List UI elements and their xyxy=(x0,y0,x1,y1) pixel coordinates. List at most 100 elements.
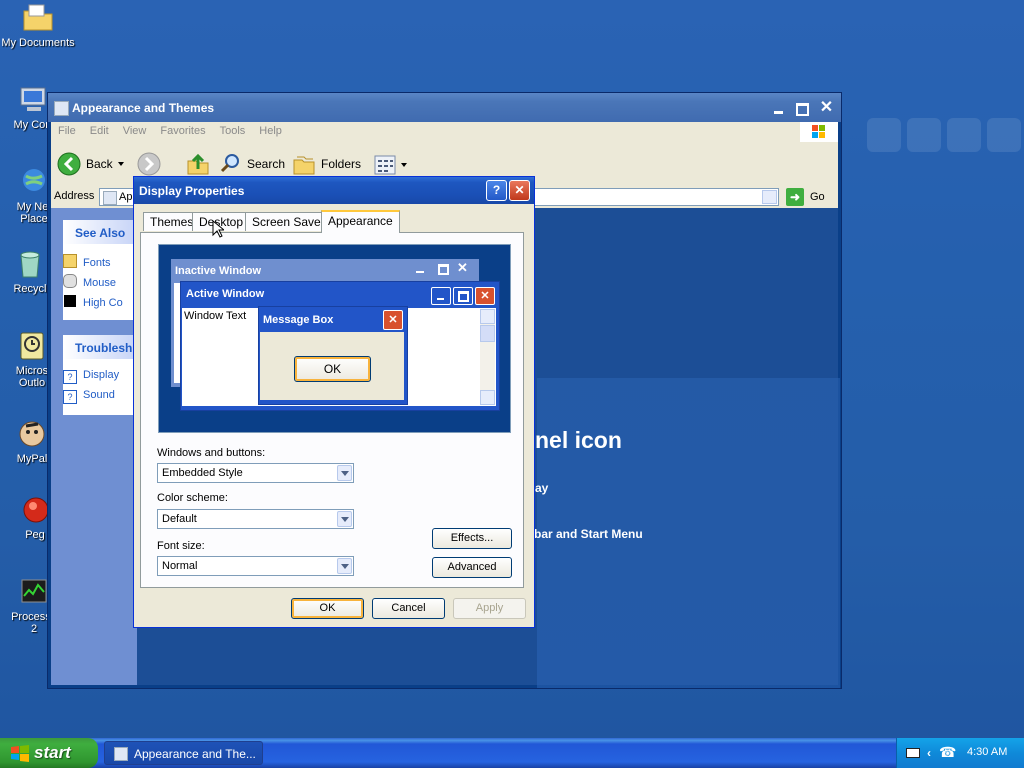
preview-message-box: Message Box ✕ OK xyxy=(258,306,408,405)
menu-favorites[interactable]: Favorites xyxy=(153,122,212,140)
dialog-close-button[interactable]: ✕ xyxy=(509,180,530,201)
see-also-link-mouse[interactable]: Mouse xyxy=(63,274,116,289)
advanced-button[interactable]: Advanced xyxy=(432,557,512,578)
high-contrast-icon xyxy=(63,294,77,308)
system-tray: ‹ ☎ 4:30 AM xyxy=(896,738,1024,768)
close-icon: ✕ xyxy=(383,310,403,330)
process-icon xyxy=(18,576,50,608)
apply-button[interactable]: Apply xyxy=(453,598,526,619)
keyboard-icon[interactable] xyxy=(906,748,920,758)
preview-ok-label: OK xyxy=(323,362,342,376)
address-value: Ap xyxy=(119,191,133,203)
tab-label: Appearance xyxy=(328,214,393,228)
network-icon[interactable]: ☎ xyxy=(939,744,956,761)
go-arrow-icon: ➜ xyxy=(786,188,804,206)
chevron-left-icon[interactable]: ‹ xyxy=(927,746,931,760)
see-also-header[interactable]: See Also xyxy=(63,220,137,244)
desktop-decoration xyxy=(845,118,1024,154)
windows-flag-icon xyxy=(11,745,29,762)
network-places-icon xyxy=(18,166,50,198)
color-scheme-value: Default xyxy=(162,513,197,525)
menu-view[interactable]: View xyxy=(116,122,154,140)
close-icon: ✕ xyxy=(819,99,834,116)
tab-label: Themes xyxy=(150,215,194,229)
troubleshooter-link-sound[interactable]: ? Sound xyxy=(63,389,115,404)
mouse-icon xyxy=(63,274,77,288)
close-button[interactable]: ✕ xyxy=(816,98,837,119)
ok-button[interactable]: OK xyxy=(291,598,364,619)
cancel-label: Cancel xyxy=(391,602,426,614)
content-link-1[interactable]: ay xyxy=(535,481,548,495)
windows-buttons-select[interactable]: Embedded Style xyxy=(157,463,354,483)
troubleshooters-header[interactable]: Troublesh xyxy=(63,335,137,359)
explorer-titlebar[interactable]: Appearance and Themes ✕ xyxy=(48,93,841,122)
up-folder-icon xyxy=(187,153,209,175)
menu-help[interactable]: Help xyxy=(252,122,289,140)
computer-icon xyxy=(18,84,50,116)
address-label: Address xyxy=(54,190,95,202)
chevron-down-icon[interactable] xyxy=(337,511,352,527)
help-button[interactable]: ? xyxy=(486,180,507,201)
see-also-link-fonts[interactable]: Fonts xyxy=(63,254,111,269)
minimize-icon xyxy=(431,287,451,305)
maximize-button[interactable] xyxy=(792,98,813,119)
scroll-thumb xyxy=(480,325,495,342)
preview-inactive-title: Inactive Window xyxy=(175,265,262,277)
tab-appearance[interactable]: Appearance xyxy=(321,210,400,233)
back-dropdown-icon xyxy=(118,162,124,166)
task-pane: See Also Fonts Mouse High Co Troublesh ?… xyxy=(51,208,137,685)
address-dropdown-button[interactable] xyxy=(762,190,777,204)
menu-edit[interactable]: Edit xyxy=(83,122,116,140)
up-folder-button[interactable] xyxy=(186,152,210,176)
desktop-icon-my-documents[interactable]: My Documents xyxy=(0,2,76,49)
see-also-title: See Also xyxy=(75,226,126,240)
color-scheme-select[interactable]: Default xyxy=(157,509,354,529)
close-icon: ✕ xyxy=(514,183,525,197)
content-heading: nel icon xyxy=(535,427,622,453)
chevron-down-icon[interactable] xyxy=(337,465,352,481)
go-button[interactable]: ➜ Go xyxy=(786,188,836,206)
address-folder-icon xyxy=(103,191,117,205)
link-label: Fonts xyxy=(83,257,111,269)
tab-label: Screen Saver xyxy=(252,215,325,229)
content-link-2[interactable]: bar and Start Menu xyxy=(534,527,643,541)
link-label: Mouse xyxy=(83,277,117,289)
taskbar-button-appearance[interactable]: Appearance and The... xyxy=(104,741,263,765)
help-question-icon: ? xyxy=(492,183,501,197)
chevron-down-icon[interactable] xyxy=(337,558,352,574)
close-icon: ✕ xyxy=(475,287,495,305)
forward-button[interactable] xyxy=(137,152,171,176)
desktop-icon-label: My Documents xyxy=(1,37,75,49)
appearance-tab-panel: Inactive Window ✕ Active Window ✕ Window… xyxy=(140,232,524,588)
scroll-up-icon xyxy=(480,309,495,324)
see-also-link-high-contrast[interactable]: High Co xyxy=(63,294,123,309)
folders-button[interactable]: Folders xyxy=(292,152,362,176)
troubleshooter-link-display[interactable]: ? Display xyxy=(63,369,119,384)
taskbar-button-label: Appearance and The... xyxy=(134,747,256,761)
recycle-bin-icon xyxy=(14,248,46,280)
views-icon xyxy=(374,155,407,175)
close-icon: ✕ xyxy=(457,260,468,275)
menu-tools[interactable]: Tools xyxy=(213,122,253,140)
effects-button[interactable]: Effects... xyxy=(432,528,512,549)
dialog-titlebar[interactable]: Display Properties ? ✕ xyxy=(134,177,534,204)
menu-bar: File Edit View Favorites Tools Help xyxy=(51,122,838,142)
tab-screen-saver[interactable]: Screen Saver xyxy=(245,212,332,231)
back-arrow-icon xyxy=(57,152,81,176)
font-size-label: Font size: xyxy=(157,540,205,552)
go-label: Go xyxy=(810,191,825,203)
folders-label: Folders xyxy=(321,157,362,171)
search-button[interactable]: Search xyxy=(219,152,285,176)
back-button[interactable]: Back xyxy=(57,152,127,176)
window-app-icon xyxy=(114,747,128,761)
views-button[interactable] xyxy=(373,154,411,176)
font-size-select[interactable]: Normal xyxy=(157,556,354,576)
start-button[interactable]: start xyxy=(0,738,98,768)
minimize-button[interactable] xyxy=(768,98,789,119)
preview-scrollbar xyxy=(480,309,495,405)
clock: 4:30 AM xyxy=(967,746,1008,758)
ok-label: OK xyxy=(319,602,336,614)
menu-file[interactable]: File xyxy=(51,122,83,140)
maximize-icon xyxy=(796,103,809,116)
cancel-button[interactable]: Cancel xyxy=(372,598,445,619)
